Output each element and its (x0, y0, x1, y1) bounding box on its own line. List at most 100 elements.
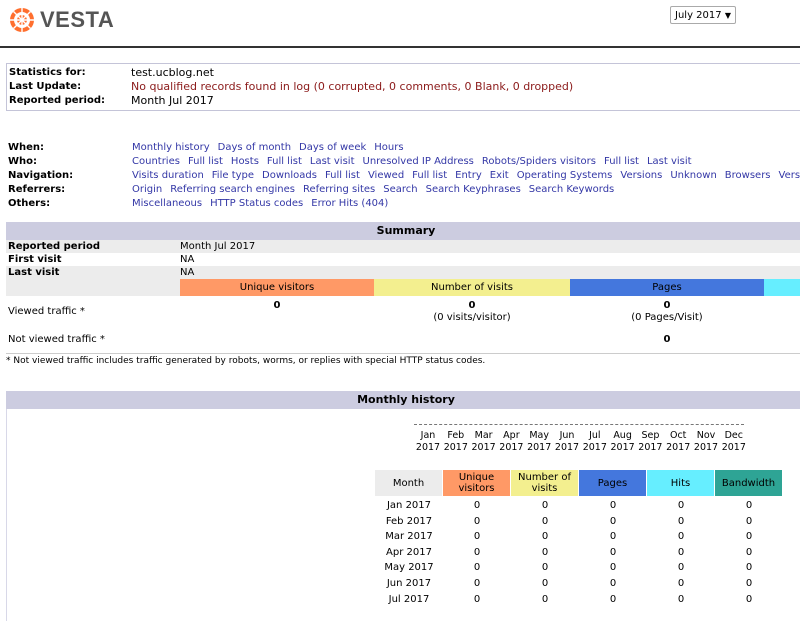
summary-col-visits: Number of visits (374, 279, 570, 296)
viewed-unique: 0 (273, 300, 281, 311)
row-month: Apr 2017 (386, 546, 432, 558)
nav-link[interactable]: Miscellaneous (132, 198, 202, 209)
nav-link[interactable]: Full list (267, 156, 302, 167)
nav-link[interactable]: Robots/Spiders visitors (482, 156, 596, 167)
row-value: 0 (677, 593, 685, 605)
nav-link[interactable]: Browsers (725, 170, 771, 181)
chart-month-year: 2017 (415, 442, 441, 453)
row-value: 0 (677, 578, 685, 589)
row-value: 0 (677, 531, 685, 543)
row-value: 0 (609, 593, 617, 605)
row-value: 0 (609, 500, 617, 511)
nav-link[interactable]: Days of week (299, 142, 366, 153)
nav-link[interactable]: Visits duration (132, 170, 204, 181)
nav-link[interactable]: Last visit (647, 156, 692, 167)
nav-link[interactable]: Search Keywords (529, 184, 614, 195)
viewed-pages: 0 (663, 300, 671, 311)
row-month: Jul 2017 (388, 593, 430, 605)
chart-month-label: Nov 2017 (692, 430, 720, 454)
chart-month-name: Oct (669, 430, 687, 441)
row-month: May 2017 (384, 562, 434, 574)
viewed-pages-sub: (0 Pages/Visit) (631, 312, 703, 323)
nav-link[interactable]: Countries (132, 156, 180, 167)
nav-link[interactable]: Last visit (310, 156, 355, 167)
notviewed-traffic-label: Not viewed traffic * (8, 334, 105, 345)
nav-link[interactable]: Unresolved IP Address (363, 156, 474, 167)
summary-period-label: Reported period (8, 241, 100, 252)
table-row: Jan 2017 0 0 0 0 0 (375, 498, 783, 514)
chart-month-name: Mar (474, 430, 493, 441)
logo-text: VESTA (40, 7, 115, 32)
nav-link[interactable]: Hosts (231, 156, 259, 167)
nav-link[interactable]: Viewed (368, 170, 404, 181)
nav-row-label: Who: (8, 156, 38, 167)
nav-row: Navigation: Visits duration File type Downl… (8, 169, 800, 183)
nav-link[interactable]: Full list (188, 156, 223, 167)
row-value: 0 (541, 546, 549, 558)
nav-link[interactable]: Exit (490, 170, 509, 181)
summary-header-band: Unique visitors Number of visits Pages (6, 279, 800, 296)
nav-link[interactable]: Downloads (262, 170, 317, 181)
nav-row: When: Monthly history Days of month Days of… (8, 141, 800, 155)
month-select-value: July 2017 (675, 10, 722, 21)
nav-link[interactable]: Monthly history (132, 142, 210, 153)
nav-row-label: When: (8, 142, 45, 153)
summary-period-value: Month Jul 2017 (180, 241, 256, 252)
stats-period-label: Reported period: (9, 95, 105, 106)
nav-link[interactable]: Origin (132, 184, 162, 195)
chart-month-label: Jun 2017 (553, 430, 581, 454)
chart-month-name: Jun (559, 430, 575, 441)
nav-row: Others: Miscellaneous HTTP Status codes Err… (8, 197, 800, 211)
nav-row: Who: Countries Full list Hosts Full list Last… (8, 155, 800, 169)
row-value: 0 (541, 578, 549, 589)
chart-month-label: Mar 2017 (470, 430, 498, 454)
row-value: 0 (541, 593, 549, 605)
row-value: 0 (473, 531, 481, 543)
summary-first-value: NA (180, 254, 195, 265)
summary-last-row: Last visit NA (6, 266, 800, 279)
nav-link[interactable]: Error Hits (404) (311, 198, 388, 209)
row-value: 0 (541, 515, 549, 527)
chart-month-name: Sep (641, 430, 660, 441)
nav-link[interactable]: Search (383, 184, 417, 195)
row-value: 0 (609, 562, 617, 574)
nav-link[interactable]: Full list (412, 170, 447, 181)
nav-row-label: Referrers: (8, 184, 66, 195)
viewed-visits-sub: (0 visits/visitor) (433, 312, 511, 323)
nav-link[interactable]: Versions (779, 170, 800, 181)
nav-link[interactable]: Search Keyphrases (426, 184, 521, 195)
chart-month-name: Nov (696, 430, 716, 441)
row-month: Jan 2017 (386, 500, 432, 511)
nav-link[interactable]: File type (212, 170, 254, 181)
chart-month-year: 2017 (527, 442, 552, 453)
chart-baseline (414, 424, 744, 425)
chevron-down-icon: ▼ (724, 11, 731, 20)
stats-for-value: test.ucblog.net (131, 66, 214, 79)
nav-link[interactable]: Hours (374, 142, 403, 153)
chart-month-year: 2017 (554, 442, 580, 453)
month-select[interactable]: July 2017 ▼ (670, 6, 736, 24)
vesta-logo[interactable]: VESTA (8, 6, 114, 34)
row-value: 0 (609, 578, 617, 589)
nav-link[interactable]: Referring search engines (170, 184, 295, 195)
row-value: 0 (745, 531, 753, 543)
visits-header: Number of visits (511, 470, 578, 496)
nav-link[interactable]: Versions (620, 170, 662, 181)
nav-link[interactable]: Days of month (218, 142, 291, 153)
nav-link[interactable]: Referring sites (303, 184, 375, 195)
summary-col-hits (764, 279, 800, 296)
row-value: 0 (745, 593, 753, 605)
nav-link[interactable]: Entry (455, 170, 482, 181)
summary-last-label: Last visit (8, 267, 60, 278)
nav-link[interactable]: HTTP Status codes (210, 198, 303, 209)
nav-link[interactable]: Operating Systems (517, 170, 613, 181)
top-bar: VESTA July 2017 ▼ (0, 0, 800, 48)
nav-link[interactable]: Full list (604, 156, 639, 167)
summary-title: Summary (6, 222, 800, 240)
chart-month-label: Feb 2017 (442, 430, 470, 454)
table-row: Jun 2017 0 0 0 0 0 (375, 576, 783, 592)
chart-month-name: Aug (613, 430, 632, 441)
nav-link[interactable]: Full list (325, 170, 360, 181)
hits-header: Hits (647, 470, 714, 496)
nav-link[interactable]: Unknown (670, 170, 716, 181)
